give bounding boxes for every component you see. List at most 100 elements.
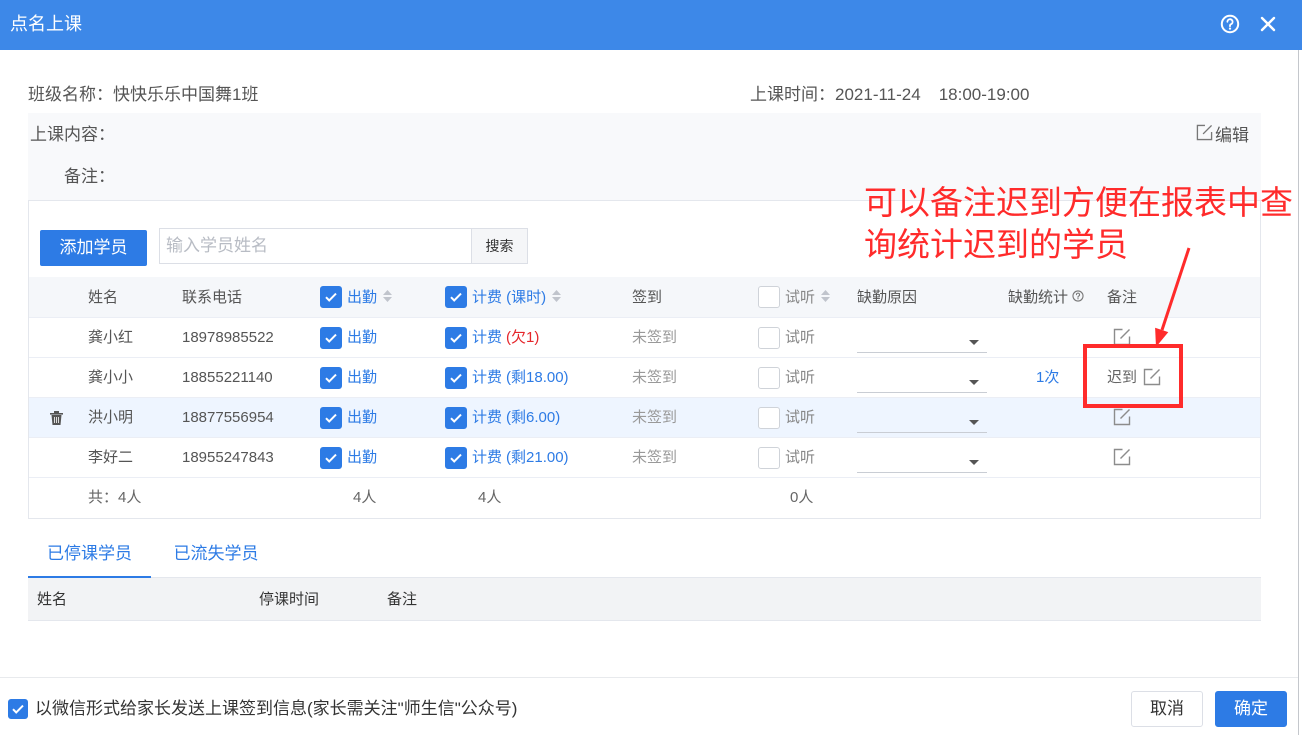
student-row: 龚小小 18855221140 出勤 计费 (剩18.00) 未签到 试听 1次 … (29, 358, 1260, 398)
close-icon[interactable] (1260, 16, 1276, 32)
dialog-title: 点名上课 (10, 14, 82, 34)
student-row: 洪小明 18877556954 出勤 计费 (剩6.00) 未签到 试听 (29, 398, 1260, 438)
col-suspend-time: 停课时间 (259, 591, 320, 608)
dialog-titlebar: 点名上课 (0, 0, 1302, 50)
edit-note-icon[interactable] (1143, 368, 1161, 386)
student-row: 龚小红 18978985522 出勤 计费 (欠1) 未签到 试听 (29, 318, 1260, 358)
absence-reason-select[interactable] (857, 364, 987, 393)
billing-balance: (欠1) (506, 329, 540, 346)
col-absence-count: 缺勤统计 (1008, 277, 1084, 318)
trial-all-checkbox[interactable] (758, 286, 780, 308)
lesson-time-range: 18:00-19:00 (938, 85, 1030, 104)
col-attend: 出勤 (347, 277, 393, 318)
edit-note-icon[interactable] (1113, 408, 1131, 426)
absence-count[interactable]: 1次 (1036, 358, 1059, 398)
attend-checkbox[interactable] (320, 407, 342, 429)
edit-note-icon[interactable] (1113, 448, 1131, 466)
student-name: 龚小小 (88, 369, 134, 386)
trial-checkbox[interactable] (758, 327, 780, 349)
student-phone: 18978985522 (182, 329, 274, 346)
col-absence-count-label: 缺勤统计 (1008, 289, 1069, 306)
search-button[interactable]: 搜索 (471, 228, 528, 264)
billing-balance: (剩18.00) (506, 369, 569, 386)
tab-suspended-students[interactable]: 已停课学员 (28, 532, 151, 578)
note-text: 迟到 (1107, 369, 1138, 386)
wechat-notify-checkbox[interactable] (8, 699, 28, 719)
checkin-status: 未签到 (632, 409, 678, 426)
question-circle-icon[interactable] (1072, 277, 1084, 318)
sort-icon[interactable] (383, 277, 393, 318)
lesson-date: 2021-11-24 (835, 85, 921, 104)
billing-balance: (剩6.00) (506, 409, 561, 426)
edit-lesson-button[interactable]: 编辑 (1196, 124, 1249, 147)
wechat-notify-label[interactable]: 以微信形式给家长发送上课签到信息(家长需关注"师生信"公众号) (35, 698, 517, 720)
trial-checkbox[interactable] (758, 447, 780, 469)
student-search-input[interactable] (159, 228, 472, 264)
billing-label: 计费 (472, 369, 503, 386)
student-phone: 18877556954 (182, 409, 274, 426)
student-phone: 18855221140 (182, 369, 273, 386)
window-edge (1298, 50, 1299, 735)
add-student-button[interactable]: 添加学员 (40, 230, 147, 266)
attend-label: 出勤 (347, 369, 378, 386)
billing-checkbox[interactable] (445, 327, 467, 349)
trial-label: 试听 (785, 409, 816, 426)
checkin-status: 未签到 (632, 449, 678, 466)
edit-label: 编辑 (1215, 125, 1249, 145)
trial-checkbox[interactable] (758, 367, 780, 389)
summary-trial: 0人 (790, 489, 814, 506)
lesson-content-label: 上课内容： (30, 125, 115, 144)
billing-checkbox[interactable] (445, 367, 467, 389)
caret-down-icon (969, 420, 979, 425)
roster-header-row: 姓名 联系电话 出勤 计费 (课时) 签到 试听 缺勤原因 缺勤统计 备注 (29, 277, 1260, 318)
trial-label: 试听 (785, 449, 816, 466)
footer-divider (0, 677, 1298, 678)
col-trial: 试听 (785, 277, 831, 318)
col-billing-label: 计费 (课时) (472, 289, 547, 306)
lesson-time-field: 上课时间：2021-11-24 18:00-19:00 (750, 84, 1029, 106)
billing-info: 计费 (剩6.00) (472, 398, 560, 438)
billing-label: 计费 (472, 409, 503, 426)
billing-checkbox[interactable] (445, 407, 467, 429)
caret-down-icon (969, 380, 979, 385)
class-name-field: 班级名称：快快乐乐中国舞1班 (28, 84, 258, 106)
suspended-table-header: 姓名 停课时间 备注 (28, 578, 1261, 621)
attend-checkbox[interactable] (320, 367, 342, 389)
col-checkin: 签到 (632, 289, 663, 306)
sort-icon[interactable] (552, 277, 562, 318)
attend-checkbox[interactable] (320, 327, 342, 349)
trial-checkbox[interactable] (758, 407, 780, 429)
sort-icon[interactable] (821, 277, 831, 318)
attend-checkbox[interactable] (320, 447, 342, 469)
checkin-status: 未签到 (632, 329, 678, 346)
caret-down-icon (969, 460, 979, 465)
trial-label: 试听 (785, 369, 816, 386)
question-circle-icon[interactable] (1220, 14, 1240, 34)
col-trial-label: 试听 (785, 289, 816, 306)
absence-reason-select[interactable] (857, 324, 987, 353)
summary-total: 共：4人 (88, 489, 142, 506)
lesson-note-label: 备注： (64, 167, 115, 186)
absence-reason-select[interactable] (857, 404, 987, 433)
col-phone: 联系电话 (182, 289, 243, 306)
summary-billing: 4人 (478, 489, 502, 506)
annotation-line: 询统计迟到的学员 (864, 226, 1128, 263)
billing-all-checkbox[interactable] (445, 286, 467, 308)
attend-label: 出勤 (347, 449, 378, 466)
billing-balance: (剩21.00) (506, 449, 569, 466)
attend-all-checkbox[interactable] (320, 286, 342, 308)
checkin-status: 未签到 (632, 369, 678, 386)
student-status-tabs: 已停课学员 已流失学员 (28, 532, 1261, 578)
col-name: 姓名 (88, 289, 119, 306)
billing-info: 计费 (剩18.00) (472, 358, 569, 398)
tab-lost-students[interactable]: 已流失学员 (151, 532, 281, 577)
billing-checkbox[interactable] (445, 447, 467, 469)
edit-note-icon[interactable] (1113, 328, 1131, 346)
roll-call-dialog: 点名上课 班级名称：快快乐乐中国舞1班 上课时间：2021-11-24 18:00… (0, 0, 1302, 735)
trash-icon[interactable] (50, 411, 63, 425)
cancel-button[interactable]: 取消 (1131, 691, 1203, 727)
billing-info: 计费 (剩21.00) (472, 438, 569, 478)
confirm-button[interactable]: 确定 (1215, 691, 1287, 727)
col-billing: 计费 (课时) (472, 277, 562, 318)
absence-reason-select[interactable] (857, 444, 987, 473)
